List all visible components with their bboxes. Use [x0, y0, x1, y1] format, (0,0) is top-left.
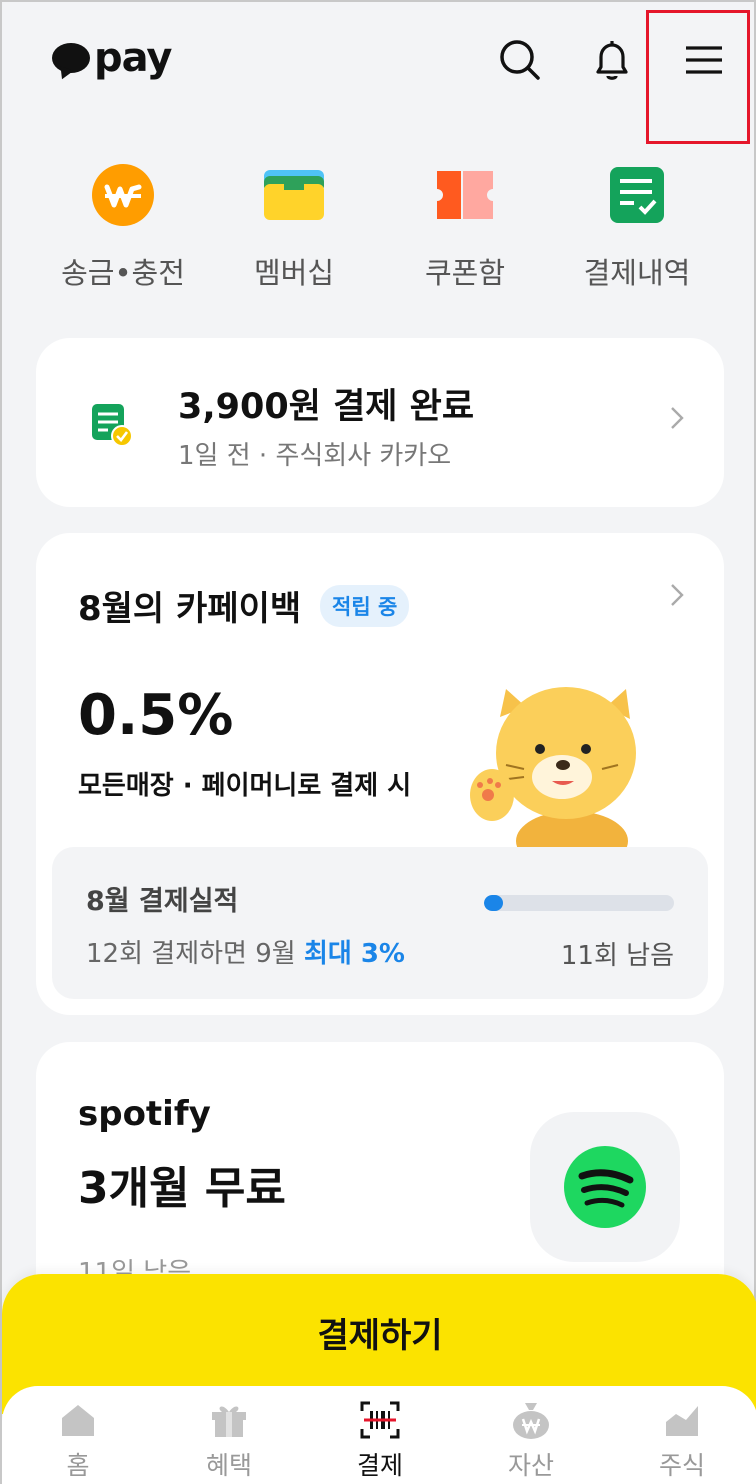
tab-stocks[interactable]: 주식	[632, 1400, 732, 1482]
tab-label: 혜택	[205, 1451, 252, 1480]
performance-progress-bar	[484, 895, 674, 911]
kakaopay-logo[interactable]: pay	[52, 35, 172, 81]
quick-item-history[interactable]: 결제내역	[552, 160, 722, 292]
bell-icon[interactable]	[590, 38, 634, 82]
stock-chart-icon	[632, 1400, 732, 1440]
performance-subtitle: 12회 결제하면 9월 최대 3%	[86, 933, 405, 970]
search-icon[interactable]	[498, 38, 542, 82]
promo-title: 3개월 무료	[78, 1163, 286, 1214]
receipt-check-icon	[552, 160, 722, 230]
tab-label: 주식	[658, 1451, 705, 1480]
performance-remaining: 11회 남음	[560, 941, 674, 971]
quick-item-label: 결제내역	[583, 256, 691, 290]
tab-label: 결제	[356, 1451, 403, 1480]
home-icon	[28, 1400, 128, 1440]
payment-complete-card[interactable]: 3,900원 결제 완료 1일 전 · 주식회사 카카오	[36, 338, 724, 507]
quick-item-label: 송금•충전	[61, 256, 185, 290]
quick-item-membership[interactable]: 멤버십	[209, 160, 379, 292]
quick-item-coupon[interactable]: 쿠폰함	[380, 160, 550, 292]
tab-pay[interactable]: 결제	[330, 1400, 430, 1482]
spotify-logo-tile	[530, 1112, 680, 1262]
menu-highlight-box	[646, 10, 750, 144]
progress-fill	[484, 895, 503, 911]
wallet-icon	[209, 160, 379, 230]
barcode-scan-icon	[330, 1400, 430, 1440]
chevron-right-icon	[670, 404, 684, 437]
top-header: pay	[2, 2, 756, 144]
logo-text: pay	[94, 35, 172, 81]
cashback-rate: 0.5%	[78, 683, 234, 748]
tab-assets[interactable]: 자산	[481, 1400, 581, 1482]
quick-item-label: 쿠폰함	[424, 256, 506, 290]
money-bag-icon	[481, 1400, 581, 1440]
bottom-tab-bar: 홈 혜택 결제 자산 주식	[2, 1386, 756, 1484]
quick-menu: 송금•충전 멤버십 쿠폰함 결제내역	[2, 160, 756, 290]
promo-brand: spotify	[78, 1094, 211, 1134]
pay-button-label: 결제하기	[317, 1316, 443, 1356]
tab-home[interactable]: 홈	[28, 1400, 128, 1482]
tab-benefits[interactable]: 혜택	[179, 1400, 279, 1482]
payment-subtitle: 1일 전 · 주식회사 카카오	[178, 441, 452, 471]
performance-panel: 8월 결제실적 12회 결제하면 9월 최대 3% 11회 남음	[52, 847, 708, 999]
spotify-icon	[564, 1146, 646, 1228]
status-badge: 적립 중	[320, 585, 410, 627]
character-illustration	[466, 673, 646, 871]
payment-title: 3,900원 결제 완료	[178, 387, 475, 427]
receipt-check-icon	[90, 402, 134, 452]
won-coin-icon	[38, 160, 208, 230]
speech-bubble-icon	[52, 43, 90, 73]
performance-highlight: 최대 3%	[303, 939, 405, 969]
tab-label: 홈	[66, 1451, 90, 1480]
cashback-card[interactable]: 8월의 카페이백 적립 중 0.5% 모든매장 · 페이머니로 결제 시 8월	[36, 533, 724, 1015]
quick-item-label: 멤버십	[253, 256, 335, 290]
gift-icon	[179, 1400, 279, 1440]
tab-label: 자산	[507, 1451, 554, 1480]
cashback-title: 8월의 카페이백	[78, 589, 302, 629]
performance-title: 8월 결제실적	[86, 886, 239, 917]
coupon-icon	[380, 160, 550, 230]
cashback-description: 모든매장 · 페이머니로 결제 시	[78, 771, 412, 801]
chevron-right-icon	[670, 581, 684, 614]
quick-item-transfer[interactable]: 송금•충전	[38, 160, 208, 292]
performance-prefix: 12회 결제하면 9월	[86, 939, 296, 969]
